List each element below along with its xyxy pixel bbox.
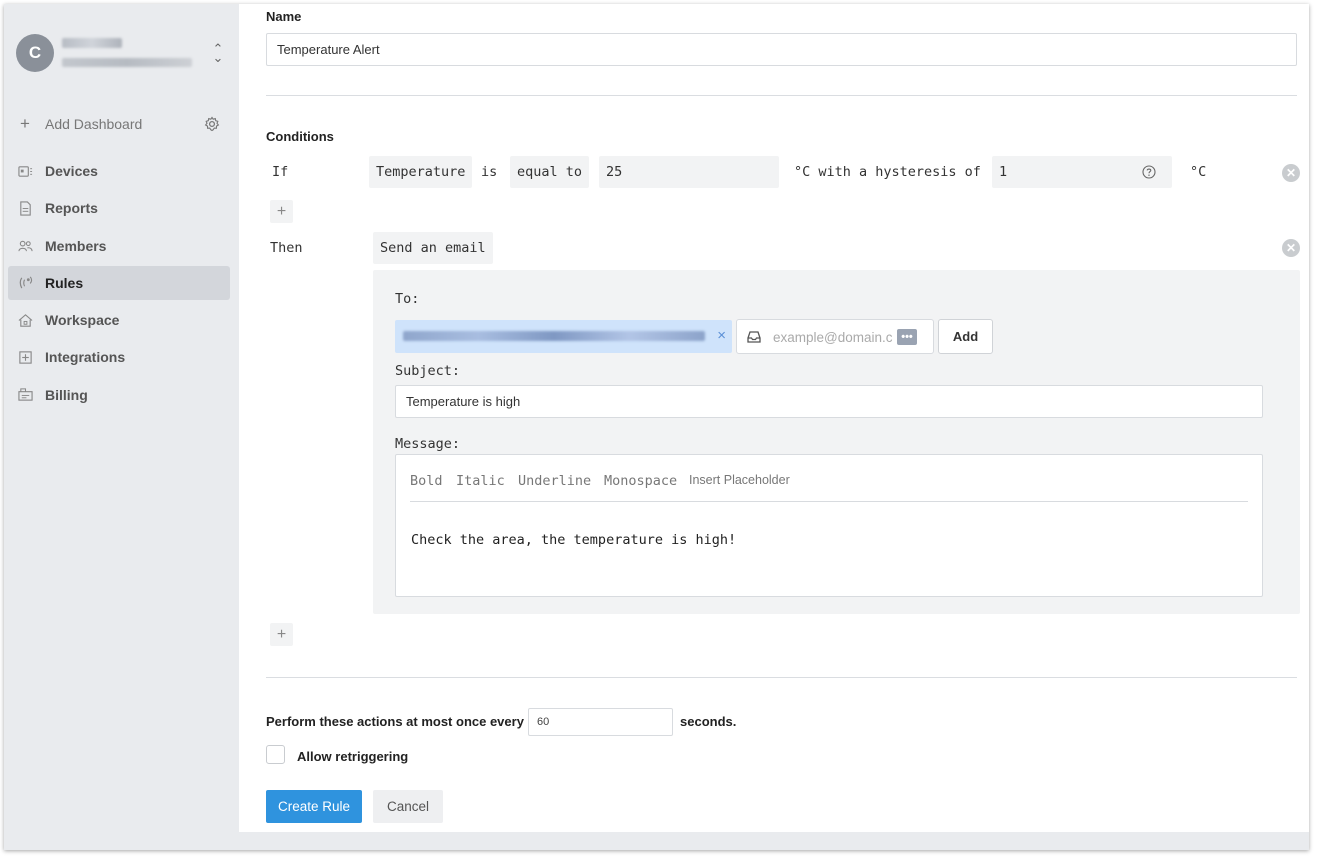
sidebar-item-label: Devices [45, 163, 98, 179]
workspace-icon [16, 311, 34, 329]
add-dashboard-label: Add Dashboard [45, 116, 143, 132]
throttle-suffix: seconds. [680, 714, 737, 729]
email-action-panel: To: × ••• Add Subject: Temperature is hi… [373, 270, 1300, 614]
recipient-chip: × [395, 320, 732, 353]
sidebar-item-billing[interactable]: Billing [8, 378, 230, 412]
underline-button[interactable]: Underline [518, 473, 591, 489]
to-label: To: [395, 291, 420, 307]
allow-retriggering-label[interactable]: Allow retriggering [297, 749, 408, 764]
create-rule-button[interactable]: Create Rule [266, 790, 362, 823]
rules-icon [16, 274, 34, 292]
subject-input[interactable]: Temperature is high [395, 385, 1263, 418]
rule-editor: Name Temperature Alert Conditions If Tem… [239, 4, 1309, 832]
sidebar-item-label: Rules [45, 274, 84, 291]
sidebar-item-label: Members [45, 237, 107, 254]
avatar: C [16, 34, 54, 72]
message-body[interactable]: Check the area, the temperature is high! [411, 532, 736, 548]
account-name-redacted [62, 38, 122, 48]
message-label: Message: [395, 436, 461, 452]
if-label: If [272, 164, 289, 180]
chevron-up-down-icon[interactable]: ⌃ ⌄ [212, 42, 224, 64]
reports-icon [16, 199, 34, 217]
add-dashboard-button[interactable]: + Add Dashboard [16, 114, 226, 134]
recipient-email-input[interactable] [773, 327, 893, 347]
more-options-icon[interactable]: ••• [897, 329, 917, 345]
billing-icon [16, 386, 34, 404]
toolbar-divider [410, 501, 1248, 502]
help-icon[interactable] [1142, 165, 1156, 179]
sidebar-item-reports[interactable]: Reports [8, 191, 230, 225]
condition-value-input[interactable]: 25 [599, 156, 779, 188]
remove-action-icon[interactable]: ✕ [1282, 239, 1300, 257]
sidebar-item-workspace[interactable]: Workspace [8, 303, 230, 337]
gear-icon[interactable] [204, 116, 220, 132]
throttle-prefix: Perform these actions at most once every [266, 714, 524, 729]
sidebar-nav: Devices Reports Members Rules Workspace … [8, 154, 230, 415]
sidebar-item-rules[interactable]: Rules [8, 265, 230, 300]
action-type-select[interactable]: Send an email [373, 232, 493, 264]
account-email-redacted [62, 58, 192, 67]
add-condition-button[interactable]: + [270, 200, 293, 223]
sidebar-item-label: Reports [45, 200, 98, 217]
sidebar-item-label: Workspace [45, 312, 120, 329]
message-editor[interactable]: Bold Italic Underline Monospace Insert P… [395, 454, 1263, 597]
insert-placeholder-button[interactable]: Insert Placeholder [689, 473, 790, 487]
allow-retriggering-checkbox[interactable] [266, 745, 285, 764]
italic-button[interactable]: Italic [456, 473, 505, 489]
plus-icon: + [20, 114, 30, 133]
recipient-email-field[interactable]: ••• [736, 319, 934, 354]
hysteresis-input[interactable]: 1 [992, 156, 1172, 188]
add-action-button[interactable]: + [270, 623, 293, 646]
members-icon [16, 237, 34, 255]
unit-hysteresis-text: °C with a hysteresis of [794, 164, 981, 180]
remove-condition-icon[interactable]: ✕ [1282, 164, 1300, 182]
recipient-email-redacted [403, 331, 705, 341]
condition-field-select[interactable]: Temperature [369, 156, 473, 188]
hysteresis-unit: °C [1190, 164, 1207, 180]
divider [266, 95, 1297, 96]
subject-label: Subject: [395, 363, 461, 379]
sidebar-item-label: Integrations [45, 349, 126, 366]
bold-button[interactable]: Bold [410, 473, 443, 489]
account-switcher[interactable]: C ⌃ ⌄ [16, 34, 226, 74]
then-label: Then [270, 240, 303, 256]
condition-operator-select[interactable]: equal to [510, 156, 590, 188]
throttle-seconds-input[interactable]: 60 [528, 708, 673, 736]
app-window: C ⌃ ⌄ + Add Dashboard Devices Reports Me… [4, 4, 1309, 850]
conditions-label: Conditions [266, 129, 334, 144]
inbox-icon [747, 331, 761, 343]
is-label: is [481, 164, 498, 180]
monospace-button[interactable]: Monospace [604, 473, 677, 489]
cancel-button[interactable]: Cancel [373, 790, 443, 823]
integrations-icon [16, 348, 34, 366]
divider [266, 677, 1297, 678]
sidebar-item-label: Billing [45, 386, 88, 403]
add-recipient-button[interactable]: Add [938, 319, 993, 354]
name-label: Name [266, 9, 302, 24]
hysteresis-value: 1 [999, 164, 1008, 180]
sidebar-item-members[interactable]: Members [8, 229, 230, 263]
sidebar-item-devices[interactable]: Devices [8, 154, 230, 188]
sidebar: C ⌃ ⌄ + Add Dashboard Devices Reports Me… [4, 4, 239, 850]
devices-icon [16, 162, 34, 180]
remove-recipient-icon[interactable]: × [717, 327, 726, 344]
rule-name-input[interactable]: Temperature Alert [266, 33, 1297, 66]
sidebar-item-integrations[interactable]: Integrations [8, 340, 230, 374]
